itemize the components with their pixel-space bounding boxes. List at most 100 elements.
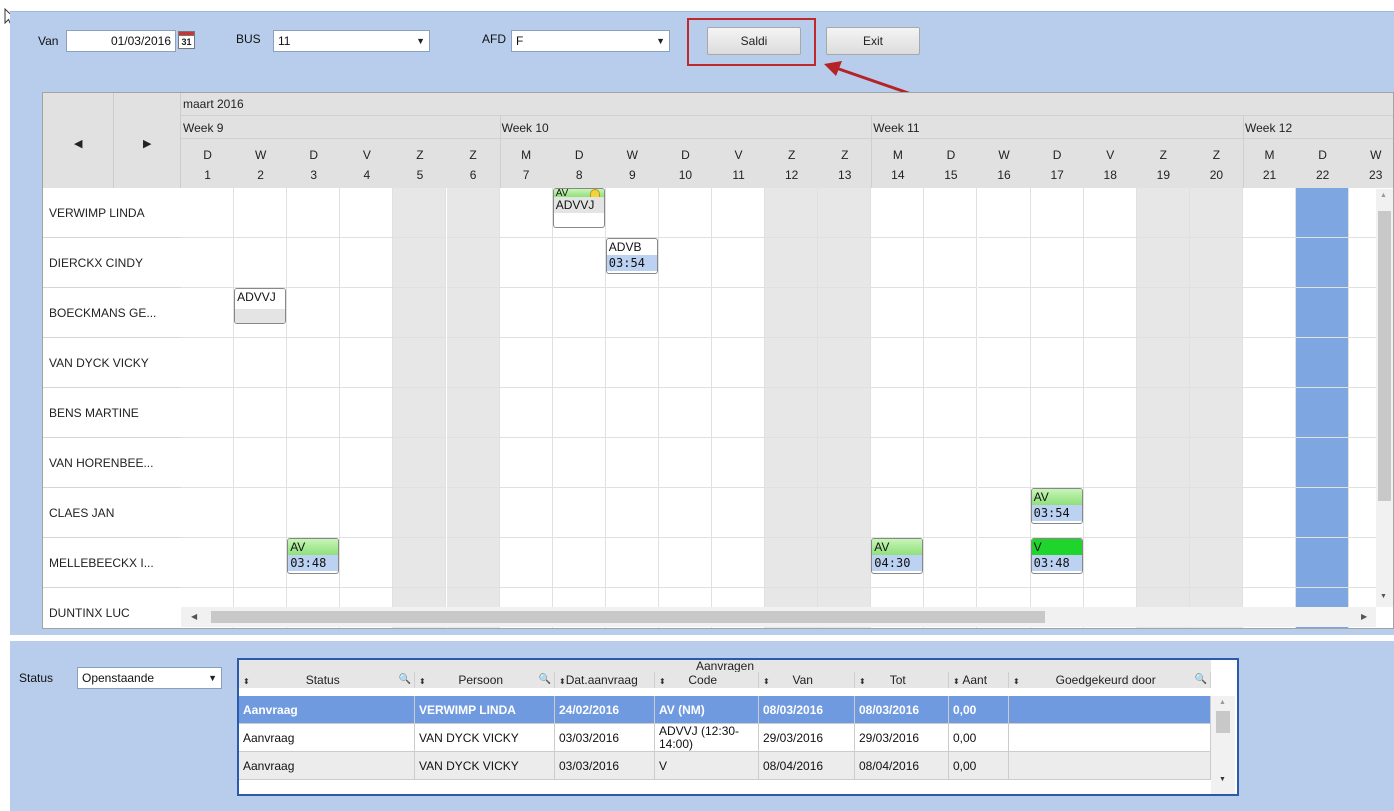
schedule-cell[interactable] — [1296, 438, 1350, 488]
horizontal-scroll-thumb[interactable] — [211, 611, 1045, 623]
column-header[interactable]: ⬍ Goedgekeurd door 🔍 — [1009, 672, 1211, 688]
schedule-cell[interactable] — [393, 188, 447, 238]
schedule-cell[interactable] — [1189, 338, 1243, 388]
schedule-cell[interactable] — [977, 288, 1031, 338]
column-header[interactable]: ⬍Dat.aanvraag — [555, 672, 655, 688]
schedule-cell[interactable] — [1296, 238, 1350, 288]
schedule-cell[interactable] — [871, 488, 925, 538]
schedule-cell[interactable] — [181, 438, 235, 488]
schedule-cell[interactable] — [871, 288, 925, 338]
schedule-cell[interactable] — [393, 288, 447, 338]
schedule-cell[interactable] — [1136, 238, 1190, 288]
schedule-cell[interactable] — [1189, 238, 1243, 288]
schedule-cell[interactable] — [1189, 488, 1243, 538]
vertical-scrollbar[interactable]: ▲ ▼ — [1376, 189, 1393, 607]
schedule-cell[interactable] — [1296, 288, 1350, 338]
schedule-cell[interactable] — [765, 288, 819, 338]
schedule-cell[interactable] — [234, 488, 288, 538]
schedule-cell[interactable] — [605, 338, 659, 388]
schedule-cell[interactable] — [1136, 538, 1190, 588]
schedule-cell[interactable] — [552, 538, 606, 588]
absence-event[interactable]: V 03:48 — [1030, 538, 1083, 574]
schedule-cell[interactable] — [605, 538, 659, 588]
scroll-left-icon[interactable]: ◀ — [191, 612, 197, 621]
schedule-cell[interactable] — [393, 388, 447, 438]
schedule-cell[interactable] — [1083, 438, 1137, 488]
schedule-cell[interactable] — [977, 338, 1031, 388]
schedule-cell[interactable] — [552, 338, 606, 388]
schedule-cell[interactable] — [446, 188, 500, 238]
schedule-cell[interactable] — [871, 238, 925, 288]
sort-icon[interactable]: ⬍ — [763, 677, 770, 686]
schedule-cell[interactable] — [1243, 338, 1297, 388]
schedule-cell[interactable] — [605, 388, 659, 438]
schedule-cell[interactable] — [393, 238, 447, 288]
person-name[interactable]: VERWIMP LINDA — [43, 188, 181, 238]
schedule-cell[interactable] — [658, 188, 712, 238]
schedule-cell[interactable] — [181, 238, 235, 288]
schedule-cell[interactable] — [712, 488, 766, 538]
schedule-cell[interactable] — [712, 288, 766, 338]
schedule-cell[interactable] — [924, 338, 978, 388]
schedule-cell[interactable] — [1030, 288, 1084, 338]
schedule-cell[interactable] — [1296, 388, 1350, 438]
schedule-cell[interactable] — [393, 438, 447, 488]
schedule-cell[interactable] — [1083, 388, 1137, 438]
horizontal-scrollbar[interactable]: ◀ ▶ — [181, 607, 1376, 627]
person-name[interactable]: DUNTINX LUC — [43, 588, 181, 628]
afd-select[interactable]: F ▼ — [511, 30, 670, 52]
schedule-cell[interactable] — [712, 388, 766, 438]
schedule-cell[interactable] — [977, 538, 1031, 588]
schedule-cell[interactable] — [340, 338, 394, 388]
person-name[interactable]: MELLEBEECKX I... — [43, 538, 181, 588]
schedule-cell[interactable] — [818, 288, 872, 338]
schedule-cell[interactable] — [552, 238, 606, 288]
schedule-cell[interactable] — [393, 538, 447, 588]
schedule-cell[interactable] — [287, 188, 341, 238]
vertical-scroll-thumb[interactable] — [1378, 211, 1391, 501]
schedule-cell[interactable] — [446, 488, 500, 538]
schedule-cell[interactable] — [1030, 438, 1084, 488]
sort-icon[interactable]: ⬍ — [243, 677, 250, 686]
schedule-cell[interactable] — [1243, 538, 1297, 588]
person-name[interactable]: BENS MARTINE — [43, 388, 181, 438]
schedule-cell[interactable] — [234, 388, 288, 438]
schedule-cell[interactable] — [1136, 188, 1190, 238]
next-arrow-icon[interactable]: ▶ — [143, 137, 151, 150]
status-select[interactable]: Openstaande ▼ — [77, 667, 222, 689]
schedule-cell[interactable] — [340, 188, 394, 238]
schedule-cell[interactable] — [287, 338, 341, 388]
schedule-cell[interactable] — [1030, 388, 1084, 438]
sort-icon[interactable]: ⬍ — [953, 677, 960, 686]
person-name[interactable]: DIERCKX CINDY — [43, 238, 181, 288]
schedule-cell[interactable] — [871, 438, 925, 488]
schedule-cell[interactable] — [1243, 238, 1297, 288]
schedule-cell[interactable] — [287, 288, 341, 338]
schedule-cell[interactable] — [287, 438, 341, 488]
filter-search-icon[interactable]: 🔍 — [1195, 672, 1207, 688]
schedule-cell[interactable] — [499, 188, 553, 238]
schedule-cell[interactable] — [499, 538, 553, 588]
schedule-cell[interactable] — [818, 538, 872, 588]
column-header[interactable]: ⬍ Persoon 🔍 — [415, 672, 555, 688]
schedule-cell[interactable] — [340, 538, 394, 588]
schedule-cell[interactable] — [1030, 338, 1084, 388]
schedule-cell[interactable] — [552, 488, 606, 538]
schedule-cell[interactable] — [712, 438, 766, 488]
schedule-cell[interactable] — [1189, 188, 1243, 238]
schedule-cell[interactable] — [499, 288, 553, 338]
schedule-cell[interactable] — [924, 288, 978, 338]
schedule-cell[interactable] — [977, 188, 1031, 238]
schedule-cell[interactable] — [1030, 188, 1084, 238]
schedule-cell[interactable] — [552, 438, 606, 488]
schedule-cell[interactable] — [1296, 188, 1350, 238]
absence-event[interactable]: ADVVJ — [234, 288, 287, 324]
person-name[interactable]: BOECKMANS GE... — [43, 288, 181, 338]
schedule-cell[interactable] — [1243, 388, 1297, 438]
schedule-cell[interactable] — [499, 388, 553, 438]
scroll-up-icon[interactable]: ▲ — [1219, 699, 1226, 706]
schedule-cell[interactable] — [871, 338, 925, 388]
schedule-cell[interactable] — [1296, 338, 1350, 388]
schedule-cell[interactable] — [287, 488, 341, 538]
schedule-cell[interactable] — [658, 388, 712, 438]
